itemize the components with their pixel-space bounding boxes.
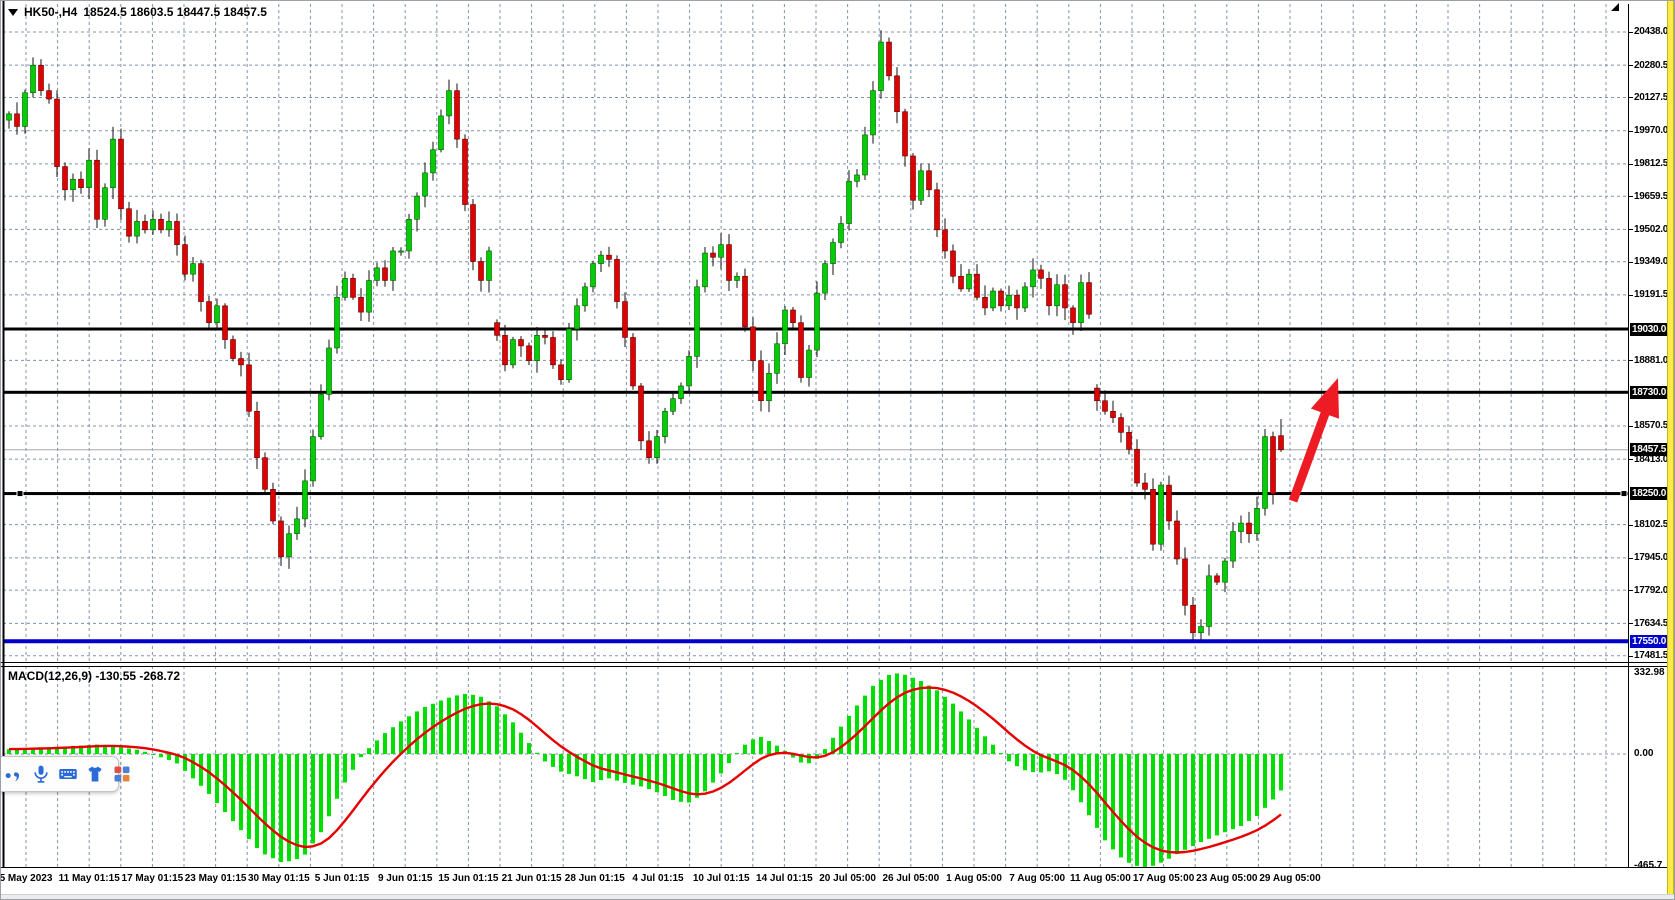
- price-tick-mark: [1629, 164, 1633, 165]
- time-axis-label: 23 May 01:15: [185, 873, 247, 884]
- price-tick-mark: [1629, 590, 1633, 591]
- time-axis-label: 29 Aug 05:00: [1259, 873, 1320, 884]
- time-axis-label: 1 Aug 05:00: [946, 873, 1002, 884]
- price-tick-mark: [1629, 459, 1633, 460]
- price-tick-mark: [1629, 262, 1633, 263]
- input-toolbar: [0, 756, 119, 792]
- macd-axis-label: 0.00: [1634, 748, 1653, 759]
- macd-axis-label: 332.98: [1634, 667, 1665, 678]
- price-tick-mark: [1629, 97, 1633, 98]
- price-level-badge: 18457.5: [1630, 443, 1672, 456]
- time-axis-label: 23 Aug 05:00: [1196, 873, 1257, 884]
- macd-indicator-label: MACD(12,26,9) -130.55 -268.72: [8, 669, 180, 683]
- trend-arrow[interactable]: [1289, 378, 1339, 503]
- time-axis-label: 26 Jul 05:00: [882, 873, 939, 884]
- chart-window: HK50-,H4 18524.5 18603.5 18447.5 18457.5…: [0, 0, 1675, 900]
- time-axis-label: 11 May 01:15: [59, 873, 120, 884]
- macd-layer: [7, 673, 1283, 866]
- title-ohlc-values: 18524.5 18603.5 18447.5 18457.5: [83, 5, 267, 19]
- macd-axis-label: -465.7: [1634, 860, 1662, 871]
- price-tick-mark: [1629, 229, 1633, 230]
- chart-canvas: [1, 1, 1675, 900]
- bottom-edge-strip: [1, 894, 1675, 900]
- price-tick-mark: [1629, 295, 1633, 296]
- price-level-badge: 19030.0: [1630, 323, 1672, 336]
- time-axis-label: 14 Jul 01:15: [756, 873, 813, 884]
- gridlines: [3, 4, 1628, 867]
- price-tick-mark: [1629, 426, 1633, 427]
- symbol-dropdown-icon[interactable]: [8, 9, 18, 16]
- right-edge-strip: [1667, 1, 1674, 894]
- microphone-icon[interactable]: [31, 764, 51, 784]
- time-axis-label: 17 Aug 05:00: [1133, 873, 1194, 884]
- line-handle: [1621, 491, 1627, 497]
- price-tick-mark: [1629, 656, 1633, 657]
- title-symbol-period: HK50-,H4: [24, 5, 77, 19]
- time-axis-label: 9 Jun 01:15: [378, 873, 432, 884]
- line-handle: [17, 491, 23, 497]
- price-tick-mark: [1629, 65, 1633, 66]
- price-tick-mark: [1629, 525, 1633, 526]
- pen-comma-icon[interactable]: [4, 764, 24, 784]
- time-axis-label: 28 Jun 01:15: [565, 873, 625, 884]
- price-level-badge: 17550.0: [1630, 635, 1672, 648]
- apps-grid-icon[interactable]: [112, 764, 132, 784]
- price-tick-mark: [1629, 131, 1633, 132]
- price-tick-mark: [1629, 32, 1633, 33]
- time-axis-label: 20 Jul 05:00: [819, 873, 876, 884]
- time-axis-label: 4 Jul 01:15: [632, 873, 683, 884]
- clothing-icon[interactable]: [85, 764, 105, 784]
- price-tick-mark: [1629, 623, 1633, 624]
- time-axis-label: 5 Jun 01:15: [315, 873, 369, 884]
- time-axis-label: 5 May 2023: [0, 873, 52, 884]
- time-axis-label: 11 Aug 05:00: [1070, 873, 1131, 884]
- price-tick-mark: [1629, 360, 1633, 361]
- time-axis-label: 21 Jun 01:15: [502, 873, 562, 884]
- keyboard-icon[interactable]: [58, 764, 78, 784]
- time-axis-label: 30 May 01:15: [248, 873, 310, 884]
- price-tick-mark: [1629, 558, 1633, 559]
- time-axis-label: 15 Jun 01:15: [438, 873, 498, 884]
- time-axis-label: 17 May 01:15: [122, 873, 184, 884]
- price-level-badge: 18730.0: [1630, 386, 1672, 399]
- time-axis-label: 10 Jul 01:15: [693, 873, 750, 884]
- price-level-badge: 18250.0: [1630, 487, 1672, 500]
- scroll-corner-icon: [1611, 3, 1619, 11]
- price-tick-mark: [1629, 196, 1633, 197]
- candles-layer: [7, 30, 1284, 640]
- chart-title: HK50-,H4 18524.5 18603.5 18447.5 18457.5: [8, 5, 267, 19]
- time-axis-label: 7 Aug 05:00: [1009, 873, 1065, 884]
